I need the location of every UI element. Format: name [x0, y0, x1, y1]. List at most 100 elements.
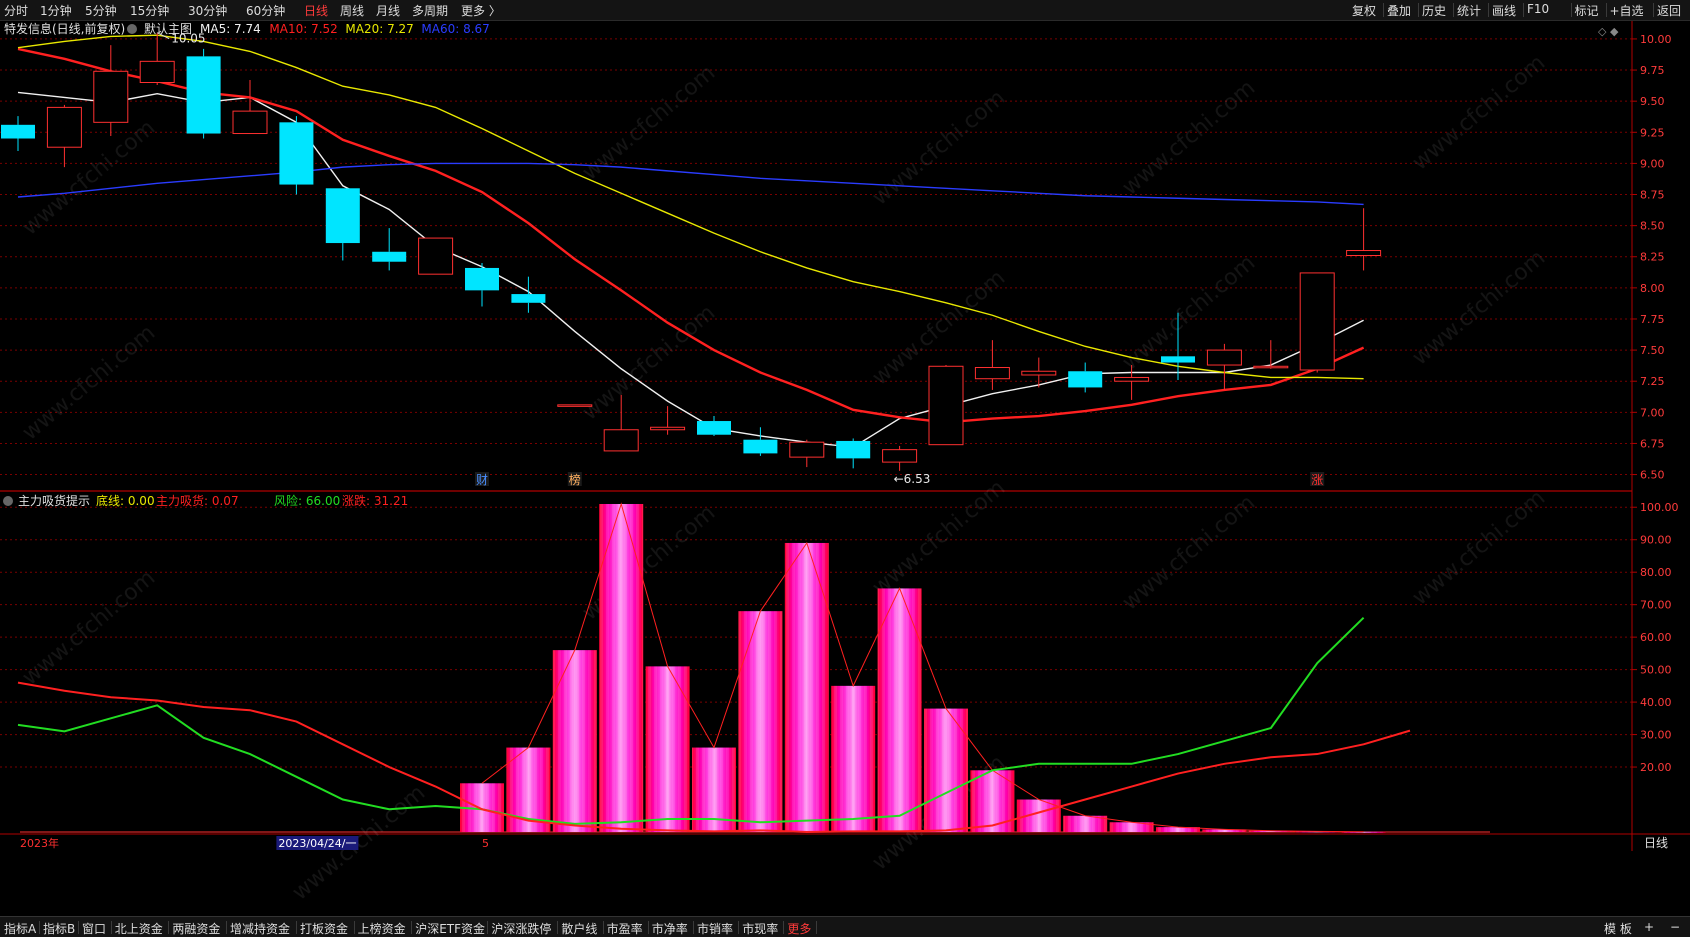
indicator-tab[interactable]: 窗口: [82, 920, 106, 937]
indicator-tab[interactable]: 两融资金: [172, 920, 220, 937]
candle: [465, 262, 499, 307]
tool-button[interactable]: +自选: [1610, 2, 1644, 19]
candle-body-down: [836, 440, 871, 459]
candle-body-down: [1161, 356, 1195, 363]
price-tick-label: 9.50: [1640, 95, 1665, 108]
watermark: www.cfchi.com: [868, 475, 1010, 600]
watermark: www.cfchi.com: [578, 60, 720, 185]
indicator-tab[interactable]: 市销率: [697, 920, 733, 937]
tab-divider: [783, 921, 785, 934]
candle-body-up: [1253, 365, 1289, 369]
value-tick-label: 80.00: [1640, 566, 1672, 579]
candle: [1206, 343, 1242, 390]
indicator-tab[interactable]: 散户线: [561, 920, 597, 937]
tab-divider: [557, 921, 559, 934]
stock-title: 特发信息(日线,前复权): [4, 21, 125, 36]
price-tick-label: 7.75: [1640, 313, 1665, 326]
candle-body-up: [1299, 272, 1335, 371]
candle-body-up: [1346, 250, 1382, 256]
template-button[interactable]: 模 板: [1604, 920, 1632, 937]
period-tab[interactable]: 15分钟: [130, 2, 169, 19]
candle-body-up: [232, 110, 268, 135]
candle: [974, 340, 1010, 390]
collapse-icon: [127, 24, 137, 34]
indicator-tab[interactable]: 市净率: [652, 920, 688, 937]
period-tab[interactable]: 30分钟: [188, 2, 227, 19]
baseline-legend: 底线: 0.00: [96, 493, 155, 508]
indicator-tab[interactable]: 指标B: [43, 920, 75, 937]
zoom-in-button[interactable]: +: [1644, 920, 1654, 934]
indicator-tab[interactable]: 指标A: [4, 920, 36, 937]
tool-button[interactable]: 标记: [1575, 2, 1599, 19]
indicator-tab[interactable]: 沪深涨跌停: [491, 920, 551, 937]
candle: [928, 365, 964, 446]
timeline-label: 5: [482, 837, 489, 850]
price-tick-label: 8.25: [1640, 251, 1665, 264]
period-label: 日线: [1644, 836, 1668, 850]
period-tab[interactable]: 1分钟: [40, 2, 72, 19]
indicator-tab[interactable]: 上榜资金: [358, 920, 406, 937]
period-tab[interactable]: 多周期: [412, 2, 448, 19]
tool-button[interactable]: 返回: [1657, 2, 1681, 19]
tool-button[interactable]: 统计: [1457, 2, 1481, 19]
period-tab[interactable]: 更多 〉: [461, 2, 501, 19]
period-tab[interactable]: 分时: [4, 2, 28, 19]
candle: [372, 228, 407, 271]
price-tick-label: 9.75: [1640, 64, 1665, 77]
candle-body-up: [93, 70, 129, 123]
indicator-tab[interactable]: 更多: [787, 920, 811, 937]
tool-button[interactable]: 画线: [1492, 2, 1516, 19]
absorb-bar-stripe: [552, 650, 597, 832]
price-tick-label: 6.75: [1640, 437, 1665, 450]
risk-legend: 风险: 66.00: [274, 493, 340, 508]
zoom-out-button[interactable]: −: [1670, 920, 1680, 934]
event-marker: 榜: [569, 472, 581, 487]
indicator-tab[interactable]: 市现率: [742, 920, 778, 937]
tab-divider: [602, 921, 604, 934]
candle-body-up: [139, 60, 175, 83]
price-tick-label: 9.25: [1640, 126, 1665, 139]
ma-legend: MA60: 8.67: [421, 22, 489, 36]
indicator-tabbar: 指标A 指标B 窗口 北上资金 两融资金 增减持资金 打板资金 上榜资金 沪深ETF资金 沪深涨跌…: [0, 916, 1690, 937]
candle: [743, 427, 778, 456]
period-tab[interactable]: 月线: [376, 2, 400, 19]
price-tick-label: 10.00: [1640, 33, 1672, 46]
change-legend: 涨跌: 31.21: [342, 493, 408, 508]
tab-divider: [226, 921, 227, 934]
tab-divider: [411, 921, 413, 934]
indicator-tab[interactable]: 打板资金: [300, 920, 348, 937]
watermark: www.cfchi.com: [1408, 245, 1550, 370]
period-tab[interactable]: 日线: [304, 2, 328, 19]
indicator-tab[interactable]: 北上资金: [115, 920, 163, 937]
price-tick-label: 8.50: [1640, 220, 1665, 233]
timeline-label: 2023年: [20, 836, 59, 850]
tool-button[interactable]: 历史: [1422, 2, 1446, 19]
candle-body-down: [186, 56, 221, 134]
indicator-tab[interactable]: 增减持资金: [230, 920, 290, 937]
period-tab[interactable]: 5分钟: [85, 2, 117, 19]
tool-button[interactable]: F10: [1527, 2, 1549, 16]
tool-button[interactable]: 复权: [1352, 2, 1376, 19]
watermark: www.cfchi.com: [578, 300, 720, 425]
toolbar-divider: [1383, 3, 1384, 17]
tab-divider: [168, 921, 170, 934]
indicator-tab[interactable]: 市盈率: [607, 920, 643, 937]
period-tab[interactable]: 60分钟: [246, 2, 285, 19]
candle-body-down: [465, 267, 499, 291]
candle-body-up: [1021, 370, 1057, 376]
indicator-tab[interactable]: 沪深ETF资金: [415, 920, 485, 937]
tab-divider: [39, 921, 40, 934]
candle: [697, 416, 731, 436]
candle-body-up: [1114, 376, 1150, 382]
absorb-bar-stripe: [645, 666, 690, 832]
candle: [1, 116, 35, 151]
tab-divider: [353, 921, 355, 934]
tab-divider: [110, 921, 112, 934]
absorb-bar-stripe: [831, 685, 876, 832]
toolbar-divider: [1418, 3, 1419, 17]
tool-button[interactable]: 叠加: [1387, 2, 1411, 19]
candle-body-up: [1206, 349, 1242, 366]
candle: [46, 104, 82, 168]
candle-body-up: [557, 404, 593, 407]
period-tab[interactable]: 周线: [340, 2, 364, 19]
